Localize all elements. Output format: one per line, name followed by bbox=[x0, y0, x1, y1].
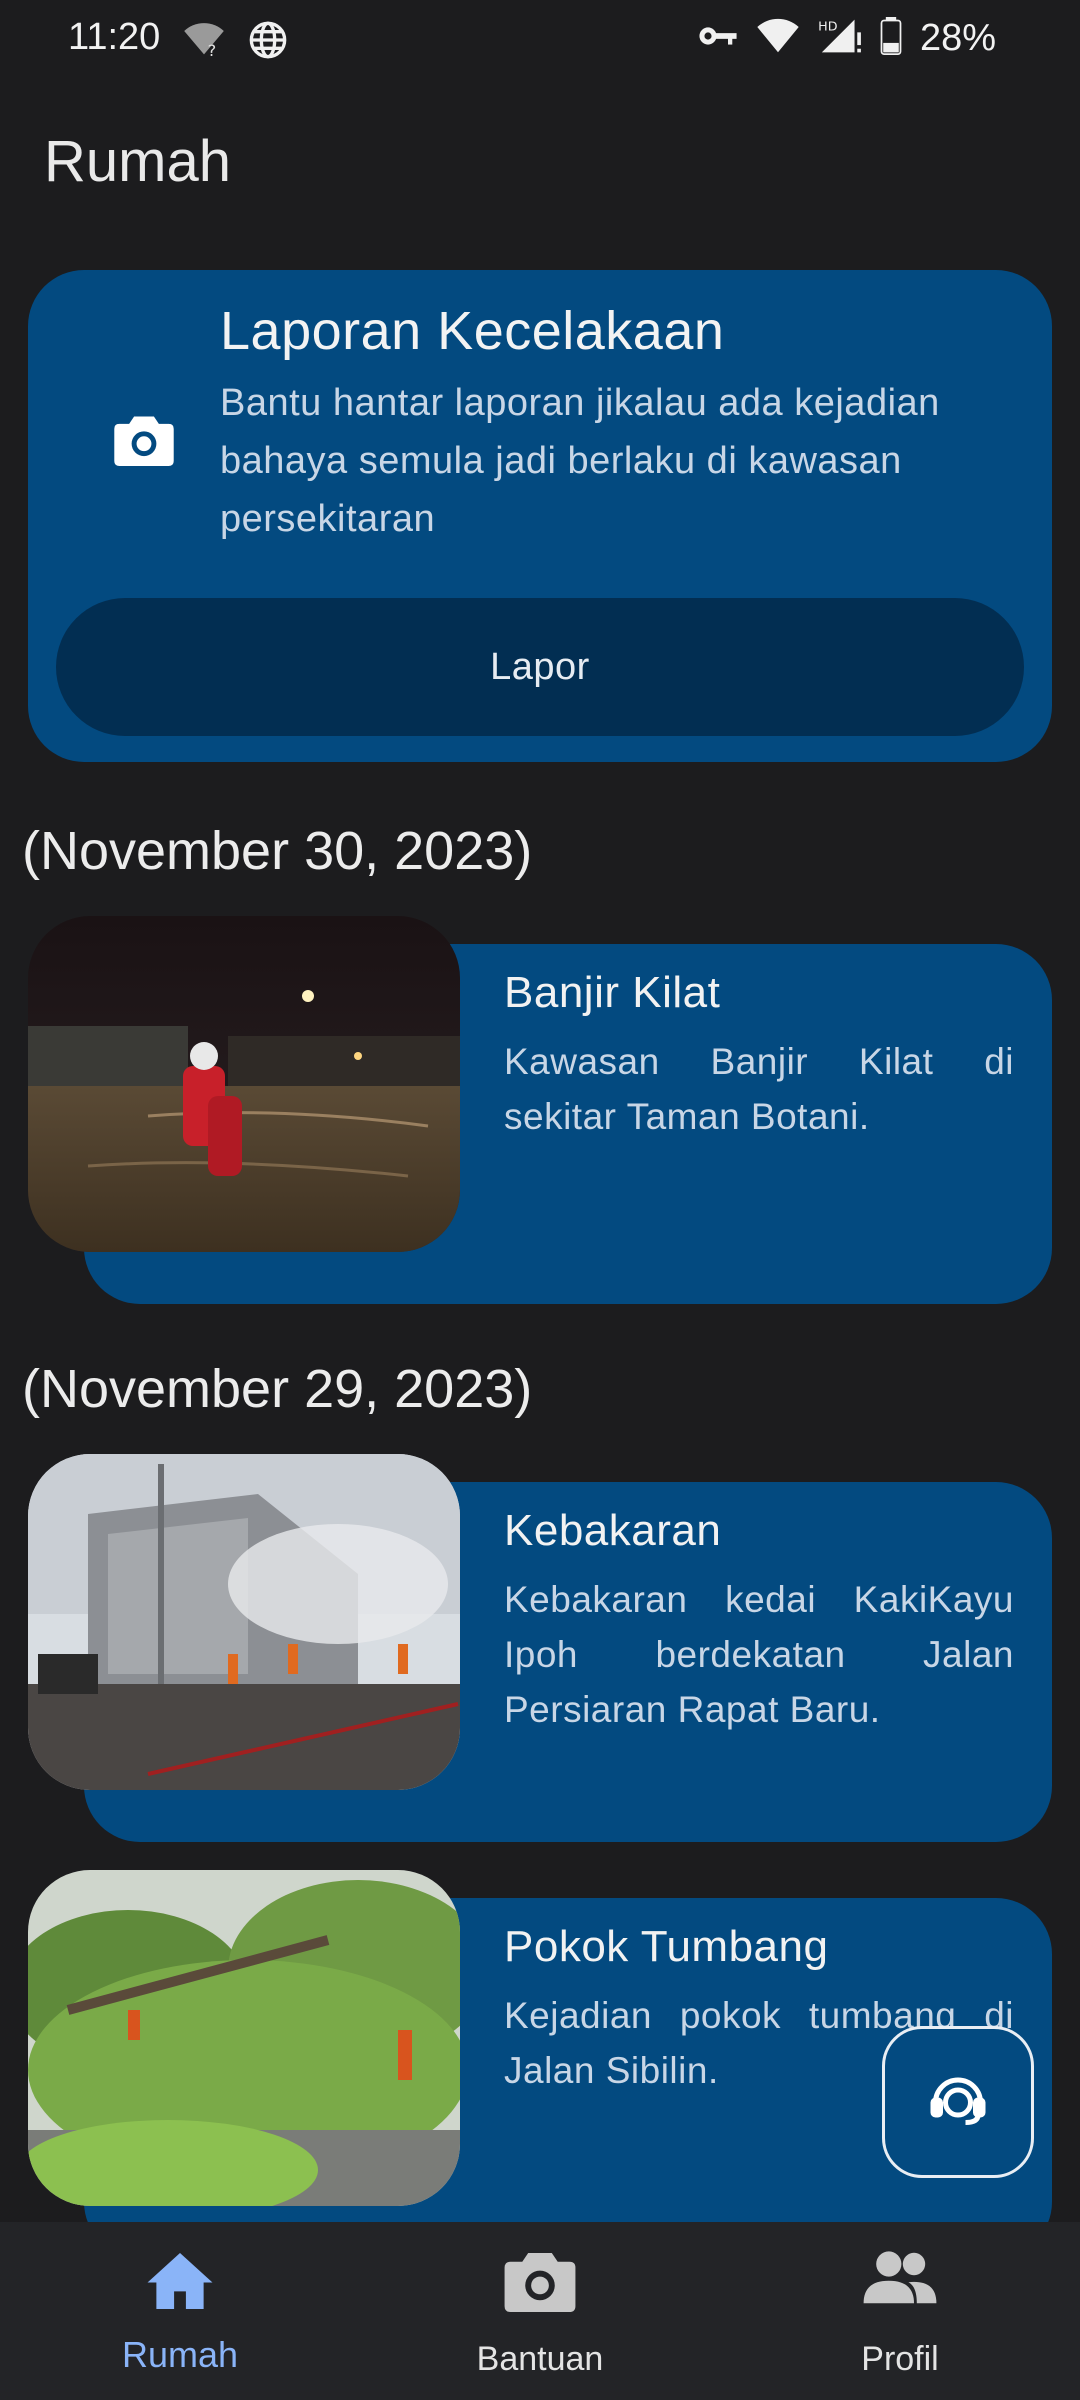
signal-hd-icon: HD bbox=[818, 16, 862, 61]
status-time: 11:20 bbox=[68, 16, 161, 58]
nav-item-profil[interactable]: Profil bbox=[720, 2222, 1080, 2400]
date-heading: (November 30, 2023) bbox=[22, 821, 533, 881]
nav-item-rumah[interactable]: Rumah bbox=[0, 2222, 360, 2400]
date-heading: (November 29, 2023) bbox=[22, 1359, 533, 1419]
page-title: Rumah bbox=[44, 129, 231, 194]
status-bar: 11:20 ? HD 28% bbox=[0, 0, 1080, 80]
people-icon bbox=[720, 2250, 1080, 2306]
nav-item-bantuan[interactable]: Bantuan bbox=[360, 2222, 720, 2400]
incident-card-banjir-kilat[interactable]: Banjir Kilat Kawasan Banjir Kilat di sek… bbox=[28, 916, 1052, 1304]
battery-percent: 28% bbox=[919, 17, 996, 59]
nav-label: Rumah bbox=[121, 2334, 239, 2375]
camera-icon bbox=[360, 2250, 720, 2312]
battery-icon bbox=[880, 17, 902, 60]
fire-photo bbox=[28, 1454, 460, 1790]
support-fab-button[interactable] bbox=[882, 2026, 1034, 2178]
nav-label: Bantuan bbox=[476, 2340, 604, 2378]
bottom-nav: Rumah Bantuan Profil bbox=[0, 2222, 1080, 2400]
report-description: Bantu hantar laporan jikalau ada kejadia… bbox=[220, 382, 940, 540]
flood-photo bbox=[28, 916, 460, 1252]
incident-title: Kebakaran bbox=[504, 1506, 722, 1555]
incident-description: Kebakaran kedai KakiKayu Ipoh berdekatan… bbox=[504, 1579, 1014, 1730]
home-icon bbox=[0, 2250, 360, 2312]
globe-icon bbox=[248, 20, 288, 65]
nav-label: Profil bbox=[861, 2340, 939, 2378]
incident-title: Banjir Kilat bbox=[504, 968, 721, 1017]
fallen-tree-photo bbox=[28, 1870, 460, 2206]
report-card: Laporan Kecelakaan Bantu hantar laporan … bbox=[28, 270, 1052, 762]
wifi-question-icon: ? bbox=[182, 22, 226, 63]
svg-text:HD: HD bbox=[818, 19, 838, 34]
wifi-icon bbox=[756, 18, 800, 59]
vpn-key-icon bbox=[698, 22, 738, 55]
svg-text:?: ? bbox=[208, 41, 217, 58]
incident-title: Pokok Tumbang bbox=[504, 1922, 829, 1971]
support-agent-icon bbox=[928, 2072, 988, 2133]
report-title: Laporan Kecelakaan bbox=[220, 301, 725, 361]
incident-card-kebakaran[interactable]: Kebakaran Kebakaran kedai KakiKayu Ipoh … bbox=[28, 1454, 1052, 1842]
camera-icon bbox=[84, 380, 204, 500]
incident-description: Kawasan Banjir Kilat di sekitar Taman Bo… bbox=[504, 1041, 1014, 1137]
report-button[interactable]: Lapor bbox=[56, 598, 1024, 736]
